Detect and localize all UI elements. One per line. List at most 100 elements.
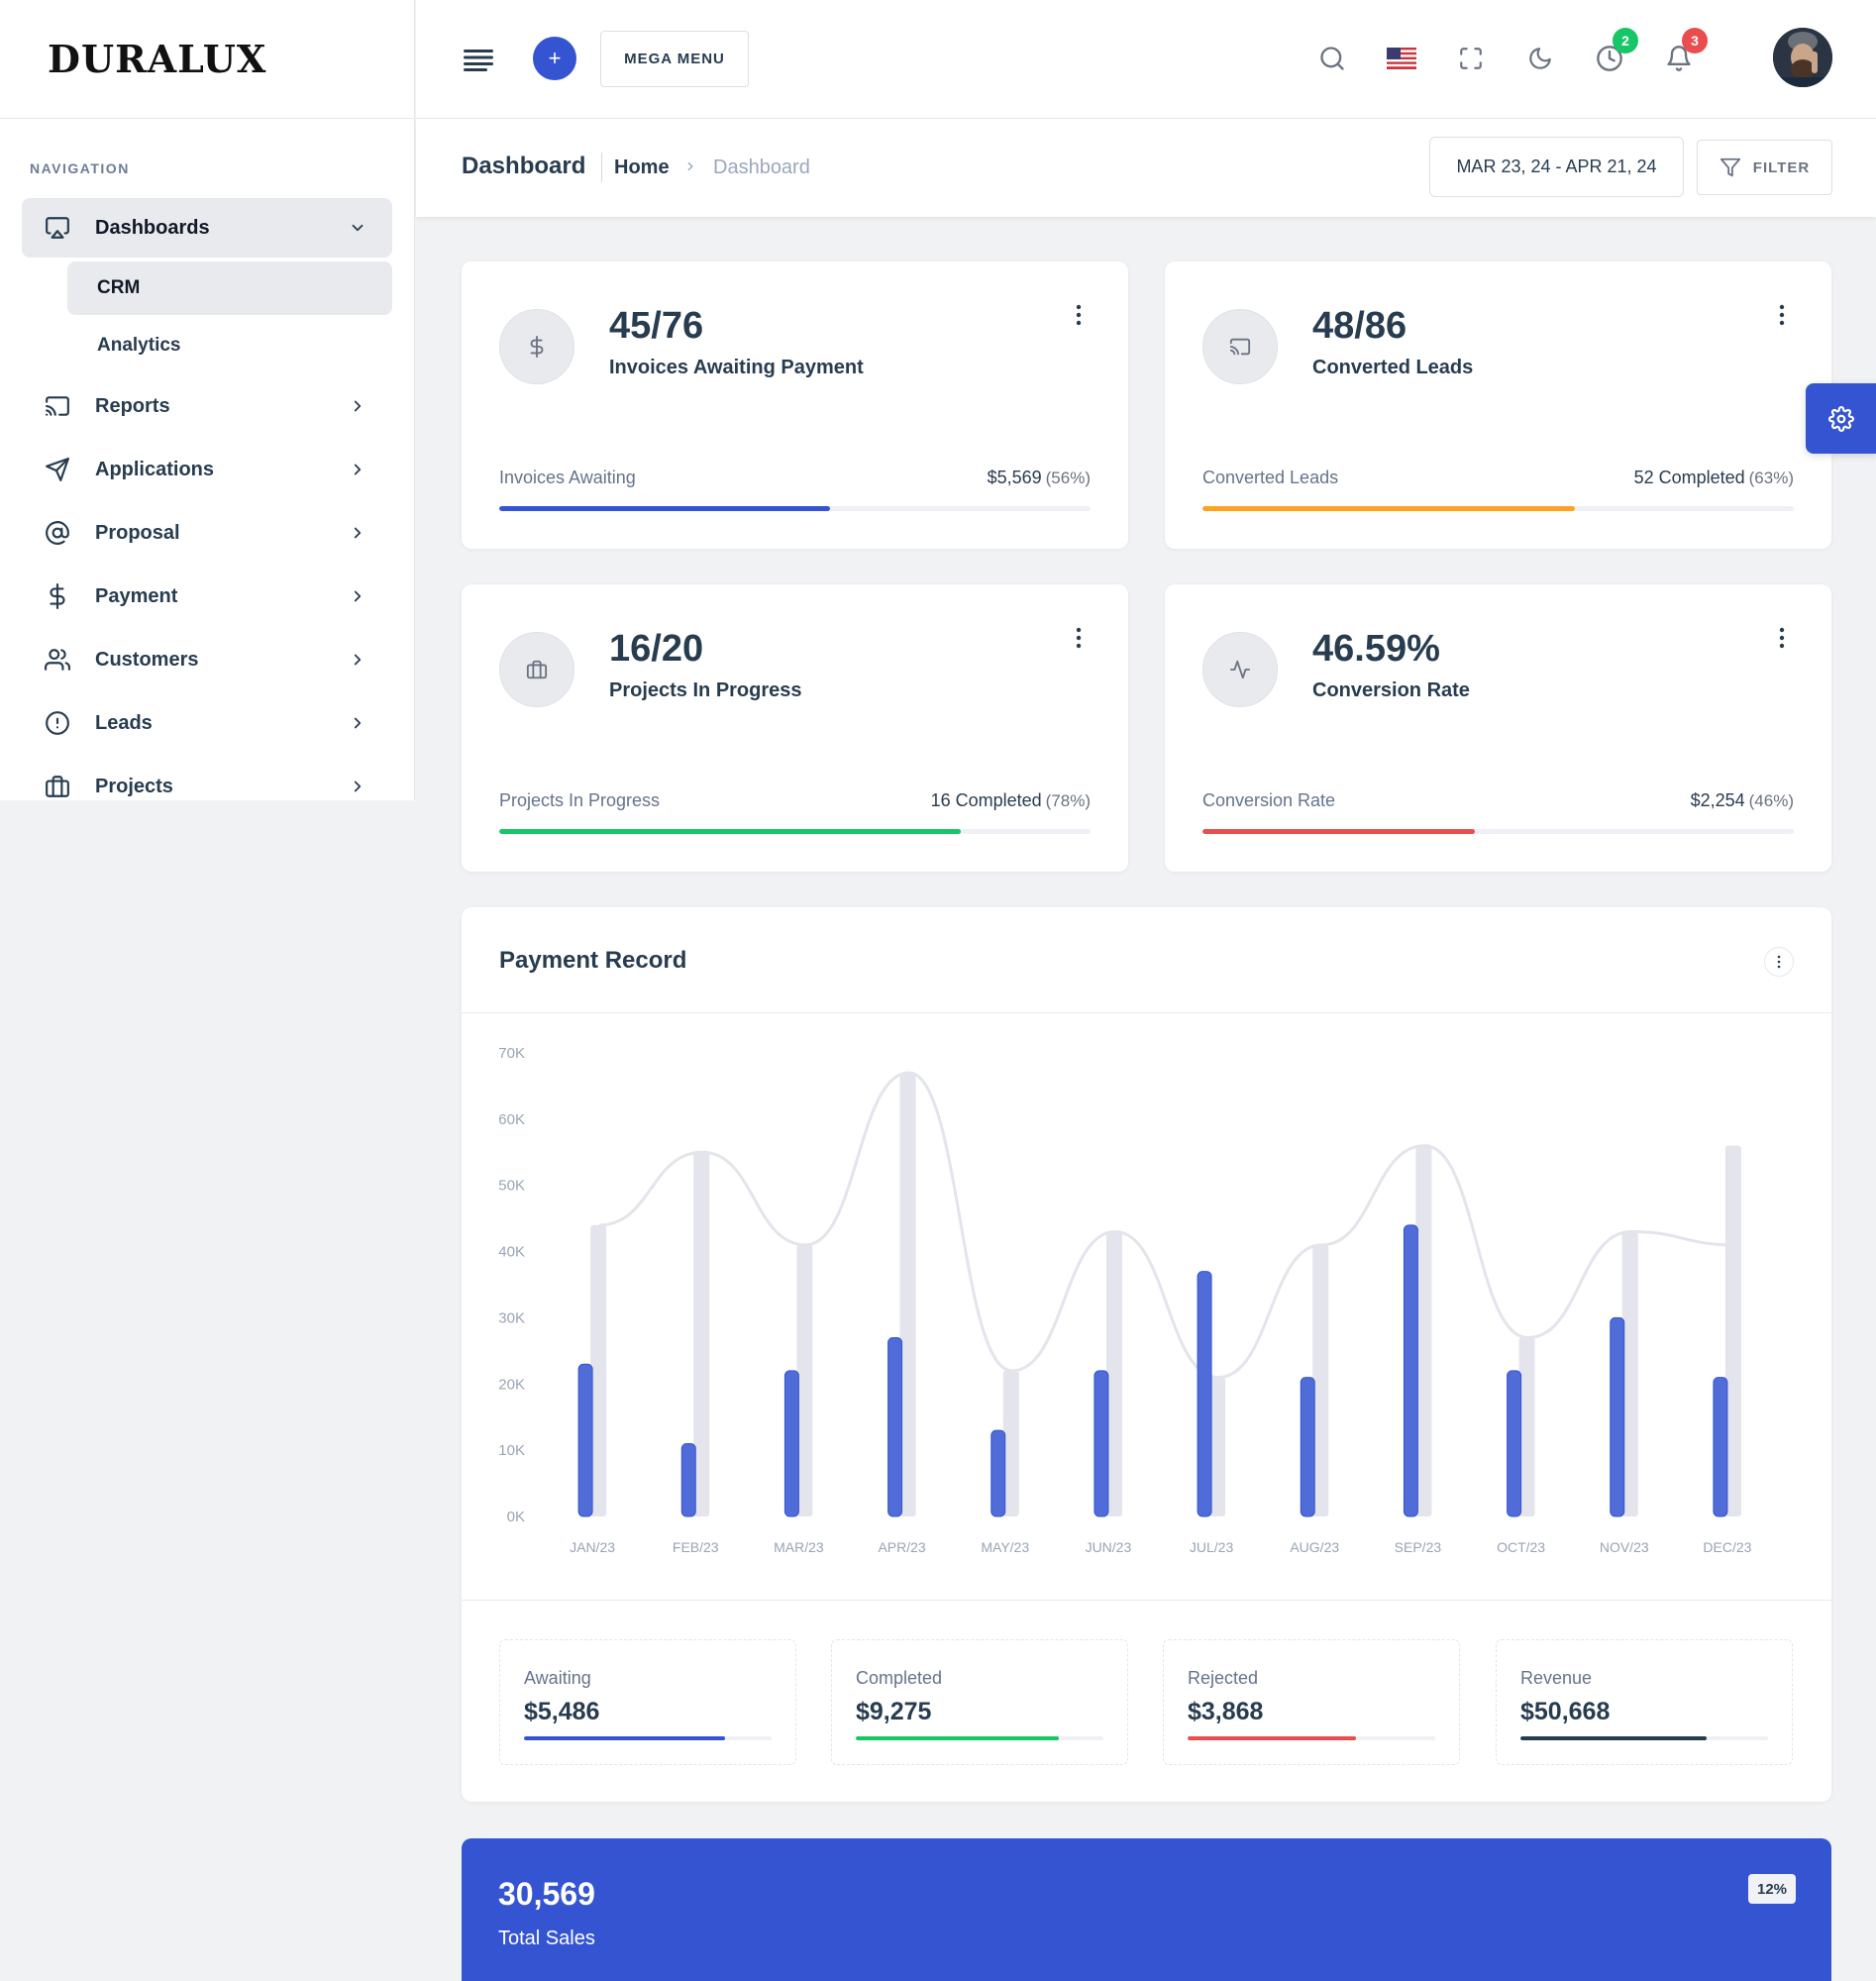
x-tick-label: JUL/23 xyxy=(1190,1539,1234,1555)
search-button[interactable] xyxy=(1317,44,1347,73)
x-tick-label: SEP/23 xyxy=(1395,1539,1442,1555)
y-tick-label: 70K xyxy=(498,1045,525,1062)
sidebar-item-reports[interactable]: Reports xyxy=(22,376,392,436)
at-sign-icon xyxy=(44,519,71,547)
stat-sub-label: Conversion Rate xyxy=(1202,790,1336,810)
menu-icon[interactable] xyxy=(464,48,493,71)
summary-progress xyxy=(524,1736,772,1740)
cast-icon xyxy=(44,392,71,420)
sidebar-item-payment[interactable]: Payment xyxy=(22,567,392,626)
chevron-right-icon xyxy=(354,717,362,729)
language-button[interactable] xyxy=(1387,44,1416,73)
briefcase-icon xyxy=(526,660,548,679)
stat-percent: (46%) xyxy=(1748,791,1794,810)
progress-bar xyxy=(499,506,1091,511)
stat-percent: (78%) xyxy=(1045,791,1091,810)
add-button[interactable]: + xyxy=(533,37,576,80)
stat-sub-value: 52 Completed (63%) xyxy=(1634,468,1794,488)
summary-value: $50,668 xyxy=(1520,1698,1611,1725)
summary-label: Awaiting xyxy=(524,1668,591,1688)
chevron-right-icon xyxy=(354,527,362,539)
stat-sub-label: Invoices Awaiting xyxy=(499,468,636,487)
stat-value: 16/20 xyxy=(609,628,704,670)
sidebar: DURALUX NAVIGATION Dashboards CRM Analyt… xyxy=(0,0,415,800)
top-header: + MEGA MENU 2 3 xyxy=(416,0,1876,119)
more-vertical-icon[interactable] xyxy=(1073,626,1085,650)
breadcrumb-home[interactable]: Home xyxy=(614,156,670,179)
x-tick-label: AUG/23 xyxy=(1290,1539,1339,1555)
stat-percent: (63%) xyxy=(1748,469,1794,487)
stat-card-invoices: 45/76 Invoices Awaiting Payment Invoices… xyxy=(462,261,1128,549)
x-tick-label: APR/23 xyxy=(878,1539,925,1555)
stat-value: 46.59% xyxy=(1312,628,1440,670)
bar-rejected xyxy=(887,1336,903,1517)
bar-rejected xyxy=(1507,1370,1522,1517)
bar-rejected xyxy=(1610,1316,1625,1517)
payment-record-menu[interactable] xyxy=(1764,947,1794,977)
sidebar-subitem-crm[interactable]: CRM xyxy=(67,261,392,315)
payment-record-title: Payment Record xyxy=(499,947,687,974)
total-sales-card: 30,569 Total Sales 12% xyxy=(462,1838,1831,1981)
date-range-picker[interactable]: MAR 23, 24 - APR 21, 24 xyxy=(1429,137,1684,197)
gear-icon xyxy=(1827,405,1854,432)
chevron-right-icon xyxy=(354,654,362,666)
summary-value: $3,868 xyxy=(1188,1698,1264,1725)
dark-mode-toggle[interactable] xyxy=(1525,44,1555,73)
stat-value: 45/76 xyxy=(609,305,704,347)
chevron-right-icon xyxy=(354,781,362,792)
notifications-button[interactable]: 3 xyxy=(1664,28,1708,73)
timesheet-button[interactable]: 2 xyxy=(1595,28,1638,73)
send-icon xyxy=(44,456,71,483)
stat-sub-label: Converted Leads xyxy=(1202,468,1339,487)
fullscreen-icon xyxy=(1460,48,1482,69)
us-flag-icon xyxy=(1387,48,1416,69)
users-icon xyxy=(44,646,71,674)
breadcrumb-divider xyxy=(601,153,602,182)
line-awaiting xyxy=(599,1071,1734,1380)
more-vertical-icon[interactable] xyxy=(1776,303,1788,327)
sidebar-item-customers[interactable]: Customers xyxy=(22,630,392,689)
total-sales-value: 30,569 xyxy=(498,1876,595,1912)
sidebar-item-proposal[interactable]: Proposal xyxy=(22,503,392,563)
stat-label: Projects In Progress xyxy=(609,679,802,701)
cast-icon xyxy=(1229,338,1251,356)
stat-percent: (56%) xyxy=(1045,469,1091,487)
logo[interactable]: DURALUX xyxy=(48,37,266,81)
progress-bar xyxy=(1202,506,1794,511)
more-vertical-icon xyxy=(1777,955,1781,969)
sidebar-item-applications[interactable]: Applications xyxy=(22,440,392,499)
chevron-right-icon xyxy=(354,464,362,475)
filter-icon xyxy=(1720,157,1740,177)
stat-icon-wrap xyxy=(499,632,574,707)
stat-label: Converted Leads xyxy=(1312,357,1474,378)
alert-circle-icon xyxy=(44,709,71,737)
bar-rejected xyxy=(990,1429,1006,1517)
sidebar-item-leads[interactable]: Leads xyxy=(22,693,392,753)
theme-settings-button[interactable] xyxy=(1806,383,1876,454)
sidebar-subitem-analytics[interactable]: Analytics xyxy=(67,319,392,372)
more-vertical-icon[interactable] xyxy=(1776,626,1788,650)
summary-value: $5,486 xyxy=(524,1698,600,1725)
logo-area: DURALUX xyxy=(0,0,414,119)
summary-awaiting: Awaiting $5,486 xyxy=(499,1639,796,1765)
x-tick-label: JAN/23 xyxy=(570,1539,615,1555)
sidebar-item-label: Leads xyxy=(95,711,153,734)
fullscreen-button[interactable] xyxy=(1456,44,1486,73)
plus-icon: + xyxy=(548,46,562,70)
mega-menu-button[interactable]: MEGA MENU xyxy=(600,31,749,87)
stat-icon-wrap xyxy=(1202,632,1278,707)
y-tick-label: 0K xyxy=(507,1509,525,1525)
search-icon xyxy=(1320,47,1344,70)
y-tick-label: 10K xyxy=(498,1442,525,1459)
sidebar-item-dashboards[interactable]: Dashboards xyxy=(22,198,392,258)
sidebar-item-projects[interactable]: Projects xyxy=(22,757,392,816)
summary-progress-fill xyxy=(1188,1736,1356,1740)
more-vertical-icon[interactable] xyxy=(1073,303,1085,327)
stat-amount: 16 Completed xyxy=(930,790,1042,810)
filter-button[interactable]: FILTER xyxy=(1697,140,1832,195)
stat-icon-wrap xyxy=(1202,309,1278,384)
y-tick-label: 40K xyxy=(498,1244,525,1261)
user-avatar[interactable] xyxy=(1773,28,1832,87)
moon-icon xyxy=(1529,48,1551,69)
progress-bar xyxy=(1202,829,1794,834)
